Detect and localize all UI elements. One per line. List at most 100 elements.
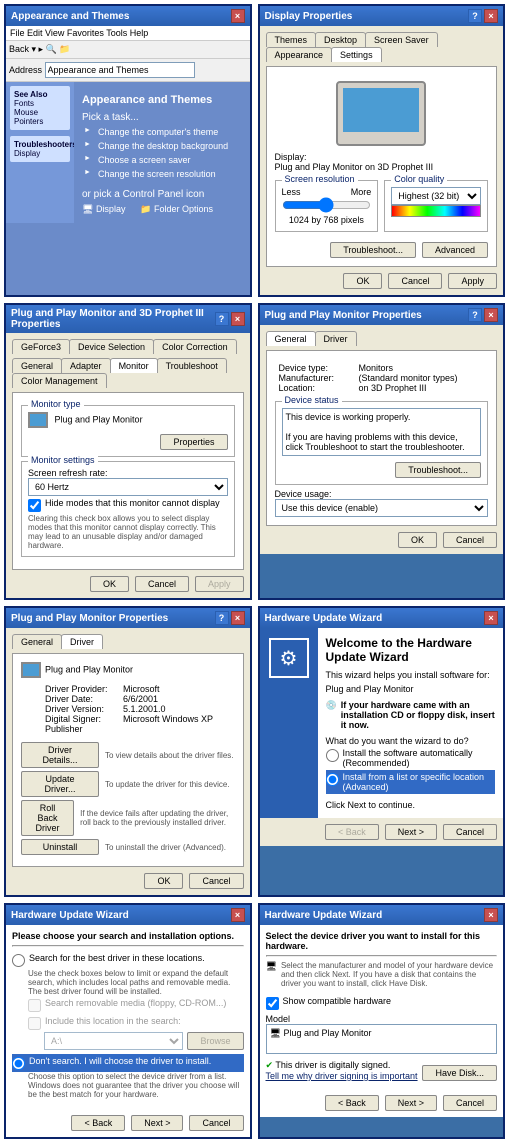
search-best-radio[interactable] [12, 954, 25, 967]
task-screensaver[interactable]: Choose a screen saver [82, 153, 242, 167]
titlebar: Appearance and Themes × [6, 6, 250, 26]
tab-device-sel[interactable]: Device Selection [69, 339, 154, 354]
cancel-button[interactable]: Cancel [388, 273, 442, 289]
shield-icon: ✔ [266, 1060, 274, 1070]
tab-color-mgmt[interactable]: Color Management [12, 373, 107, 388]
tab-settings[interactable]: Settings [331, 47, 382, 62]
tab-themes[interactable]: Themes [266, 32, 317, 47]
specific-location-radio[interactable] [326, 773, 339, 786]
task-theme[interactable]: Change the computer's theme [82, 125, 242, 139]
address-input[interactable] [45, 62, 195, 78]
wizard-heading: Welcome to the Hardware Update Wizard [326, 636, 496, 664]
properties-button[interactable]: Properties [160, 434, 227, 450]
resolution-slider[interactable] [282, 197, 372, 213]
update-driver-button[interactable]: Update Driver... [21, 771, 99, 797]
ok-button[interactable]: OK [343, 273, 382, 289]
close-icon[interactable]: × [484, 308, 498, 322]
model-list[interactable]: 🖥 Plug and Play Monitor [266, 1024, 498, 1054]
back-button: < Back [325, 824, 379, 840]
task-resolution[interactable]: Change the screen resolution [82, 167, 242, 181]
tab-troubleshoot[interactable]: Troubleshoot [157, 358, 227, 373]
wizard-heading: Select the device driver you want to ins… [266, 931, 481, 951]
tab-appearance[interactable]: Appearance [266, 47, 333, 62]
help-icon[interactable]: ? [468, 308, 482, 322]
include-location-checkbox [28, 1017, 41, 1030]
tab-general[interactable]: General [12, 358, 62, 373]
tab-general[interactable]: General [266, 331, 316, 346]
wizard-search-window: Hardware Update Wizard× Please choose yo… [4, 903, 252, 1139]
signing-link[interactable]: Tell me why driver signing is important [266, 1071, 418, 1081]
apply-button[interactable]: Apply [448, 273, 497, 289]
pick-task-label: Pick a task... [82, 112, 242, 123]
driver-details-button[interactable]: Driver Details... [21, 742, 99, 768]
address-bar: Address [6, 59, 250, 82]
category-heading: Appearance and Themes [82, 94, 242, 106]
cancel-button[interactable]: Cancel [135, 576, 189, 592]
cancel-button[interactable]: Cancel [443, 824, 497, 840]
hide-modes-checkbox[interactable] [28, 499, 41, 512]
ok-button[interactable]: OK [398, 532, 437, 548]
device-usage-select[interactable]: Use this device (enable) [275, 499, 489, 517]
close-icon[interactable]: × [484, 908, 498, 922]
tab-color-corr[interactable]: Color Correction [153, 339, 237, 354]
close-icon[interactable]: × [231, 9, 245, 23]
tab-driver[interactable]: Driver [315, 331, 357, 346]
window-title: Hardware Update Wizard [11, 910, 129, 921]
cancel-button[interactable]: Cancel [189, 1115, 243, 1131]
tab-monitor[interactable]: Monitor [110, 358, 158, 373]
monitor-properties-general-window: Plug and Play Monitor Properties?× Gener… [258, 303, 506, 600]
next-button[interactable]: Next > [131, 1115, 183, 1131]
help-icon[interactable]: ? [215, 611, 229, 625]
close-icon[interactable]: × [231, 611, 245, 625]
tab-adapter[interactable]: Adapter [61, 358, 111, 373]
see-also-box: See Also Fonts Mouse Pointers [10, 86, 70, 130]
status-text: This device is working properly. If you … [282, 408, 482, 456]
tab-geforce[interactable]: GeForce3 [12, 339, 70, 354]
ok-button[interactable]: OK [90, 576, 129, 592]
adapter-properties-window: Plug and Play Monitor and 3D Prophet III… [4, 303, 252, 600]
cp-icon-display[interactable]: 🖥 Display [82, 204, 125, 214]
monitor-icon [28, 412, 48, 428]
tabs: Themes Desktop Screen Saver Appearance S… [266, 32, 498, 62]
display-properties-window: Display Properties?× Themes Desktop Scre… [258, 4, 506, 297]
tab-screensaver[interactable]: Screen Saver [365, 32, 438, 47]
refresh-rate-select[interactable]: 60 Hertz [28, 478, 228, 496]
cancel-button[interactable]: Cancel [443, 532, 497, 548]
advanced-button[interactable]: Advanced [422, 242, 488, 258]
tab-desktop[interactable]: Desktop [315, 32, 366, 47]
troubleshoot-button[interactable]: Troubleshoot... [330, 242, 416, 258]
close-icon[interactable]: × [231, 312, 245, 326]
cancel-button[interactable]: Cancel [189, 873, 243, 889]
wizard-welcome-window: Hardware Update Wizard× ⚙ Welcome to the… [258, 606, 506, 897]
content-area: Appearance and Themes Pick a task... Cha… [74, 82, 250, 223]
next-button[interactable]: Next > [385, 824, 437, 840]
back-button[interactable]: Back [9, 44, 29, 54]
window-title: Hardware Update Wizard [265, 910, 383, 921]
uninstall-button[interactable]: Uninstall [21, 839, 99, 855]
rollback-driver-button[interactable]: Roll Back Driver [21, 800, 74, 836]
back-button[interactable]: < Back [325, 1095, 379, 1111]
color-quality-select[interactable]: Highest (32 bit) [391, 187, 481, 205]
cp-icon-folder[interactable]: 📁 Folder Options [140, 204, 213, 214]
troubleshooters-box: Troubleshooters Display [10, 136, 70, 162]
task-background[interactable]: Change the desktop background [82, 139, 242, 153]
troubleshoot-button[interactable]: Troubleshoot... [395, 462, 481, 478]
help-icon[interactable]: ? [468, 9, 482, 23]
close-icon[interactable]: × [484, 9, 498, 23]
have-disk-button[interactable]: Have Disk... [422, 1065, 497, 1081]
menubar[interactable]: File Edit View Favorites Tools Help [6, 26, 250, 41]
tab-driver[interactable]: Driver [61, 634, 103, 649]
cancel-button[interactable]: Cancel [443, 1095, 497, 1111]
ok-button[interactable]: OK [144, 873, 183, 889]
dont-search-radio[interactable] [12, 1057, 25, 1070]
compatible-checkbox[interactable] [266, 997, 279, 1010]
window-title: Plug and Play Monitor Properties [265, 310, 422, 321]
tab-general[interactable]: General [12, 634, 62, 649]
close-icon[interactable]: × [484, 611, 498, 625]
help-icon[interactable]: ? [215, 312, 229, 326]
monitor-preview [336, 81, 426, 146]
close-icon[interactable]: × [231, 908, 245, 922]
back-button[interactable]: < Back [71, 1115, 125, 1131]
next-button[interactable]: Next > [385, 1095, 437, 1111]
auto-install-radio[interactable] [326, 749, 339, 762]
